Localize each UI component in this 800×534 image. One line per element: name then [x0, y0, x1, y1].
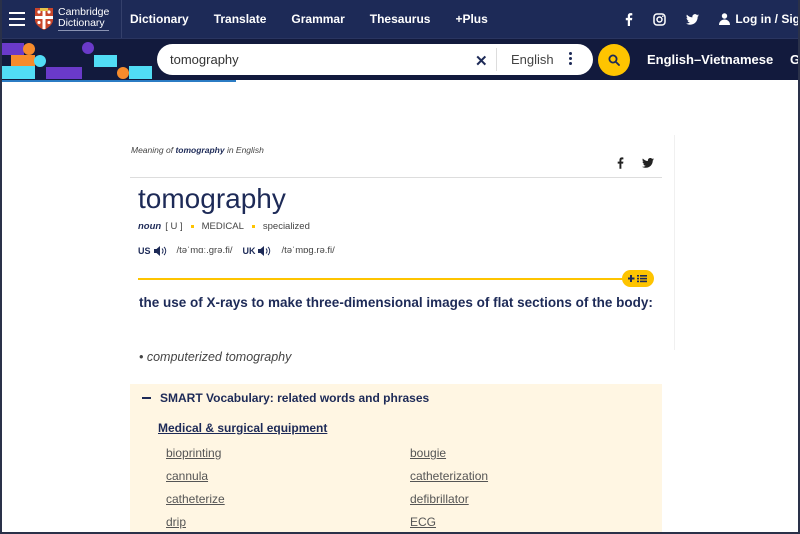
meaning-suffix: in English	[226, 145, 264, 155]
us-audio-icon[interactable]	[153, 245, 167, 256]
register-label: specialized	[262, 221, 310, 232]
collapse-icon	[142, 397, 151, 399]
share-links	[617, 157, 654, 169]
facebook-icon[interactable]	[625, 12, 633, 26]
login-link[interactable]: Log in / Sig	[719, 12, 800, 26]
language-selector[interactable]: English	[511, 52, 554, 67]
logo-line-2: Dictionary	[58, 18, 110, 31]
related-word-link[interactable]: catheterization	[410, 468, 646, 485]
main-nav: Dictionary Translate Grammar Thesaurus +…	[130, 12, 513, 26]
decorative-pattern	[0, 42, 152, 79]
example-sentence: • computerized tomography	[139, 350, 292, 364]
logo-text: Cambridge Dictionary	[58, 7, 110, 31]
related-words-list: bioprinting bougie cannula catheterizati…	[166, 445, 646, 531]
related-word-link[interactable]: bioprinting	[166, 445, 410, 462]
add-to-list-icon	[628, 275, 647, 283]
meaning-word: tomography	[175, 145, 225, 155]
us-ipa: /təˈmɑː.ɡrə.fi/	[176, 245, 233, 256]
headword: tomography	[138, 183, 286, 214]
separator-dot	[190, 225, 194, 228]
search-divider	[496, 48, 497, 71]
nav-translate[interactable]: Translate	[214, 12, 267, 26]
top-navigation: Cambridge Dictionary Dictionary Translat…	[0, 0, 800, 38]
clear-search-icon[interactable]: ✕	[475, 52, 488, 70]
twitter-icon[interactable]	[686, 13, 700, 25]
related-word-link[interactable]: ECG	[410, 514, 646, 531]
search-icon	[608, 54, 620, 66]
social-links	[625, 12, 719, 26]
uk-audio-icon[interactable]	[258, 245, 271, 256]
sense-divider	[138, 278, 628, 280]
search-box: ✕ English	[157, 44, 593, 75]
nav-grammar[interactable]: Grammar	[291, 12, 344, 26]
related-word-link[interactable]: bougie	[410, 445, 646, 462]
dictionary-entry: Meaning of tomography in English tomogra…	[130, 135, 675, 364]
search-button[interactable]	[598, 44, 630, 76]
nav-thesaurus[interactable]: Thesaurus	[370, 12, 431, 26]
us-label: US	[138, 245, 151, 256]
nav-plus[interactable]: +Plus	[455, 12, 487, 26]
smart-vocabulary-panel: SMART Vocabulary: related words and phra…	[130, 384, 662, 534]
smart-vocabulary-toggle[interactable]: SMART Vocabulary: related words and phra…	[142, 391, 429, 405]
shield-icon	[35, 8, 53, 30]
search-input[interactable]	[170, 52, 470, 67]
band-underline	[0, 80, 236, 82]
nav-dictionary[interactable]: Dictionary	[130, 12, 189, 26]
related-word-link[interactable]: drip	[166, 514, 410, 531]
domain-label: MEDICAL	[201, 221, 244, 232]
nav-right: Log in / Sig	[625, 0, 800, 38]
part-of-speech: noun	[138, 221, 162, 232]
smart-vocabulary-title: SMART Vocabulary: related words and phra…	[160, 391, 430, 405]
related-word-link[interactable]: cannula	[166, 468, 410, 485]
dictionary-link-next[interactable]: G	[790, 52, 800, 67]
meaning-prefix: Meaning of	[131, 145, 174, 155]
meaning-caption: Meaning of tomography in English	[131, 145, 264, 155]
pronunciation: US /təˈmɑː.ɡrə.fi/ UK /təˈmɒɡ.rə.fi/	[138, 245, 345, 256]
cambridge-logo[interactable]: Cambridge Dictionary	[34, 0, 122, 38]
share-twitter-icon[interactable]	[642, 158, 654, 168]
grammar-info: noun [ U ] MEDICAL specialized	[138, 221, 310, 232]
uk-label: UK	[242, 245, 256, 256]
user-icon	[719, 13, 731, 25]
more-options-icon[interactable]	[569, 52, 573, 65]
uk-ipa: /təˈmɒɡ.rə.fi/	[281, 245, 335, 256]
add-to-word-list-button[interactable]	[622, 270, 654, 287]
related-word-link[interactable]: catheterize	[166, 491, 410, 508]
definition: the use of X-rays to make three-dimensio…	[139, 295, 653, 310]
share-facebook-icon[interactable]	[617, 157, 624, 169]
grammar-code: [ U ]	[165, 221, 183, 232]
instagram-icon[interactable]	[653, 12, 667, 26]
separator-dot	[251, 225, 255, 228]
related-word-link[interactable]: defibrillator	[410, 491, 646, 508]
dictionary-link-english-vietnamese[interactable]: English–Vietnamese	[647, 52, 773, 67]
header-divider	[130, 177, 662, 178]
search-band: ✕ English English–Vietnamese G	[0, 38, 800, 80]
menu-icon[interactable]	[0, 0, 34, 38]
category-link[interactable]: Medical & surgical equipment	[158, 421, 327, 435]
login-label: Log in / Sig	[735, 12, 800, 26]
